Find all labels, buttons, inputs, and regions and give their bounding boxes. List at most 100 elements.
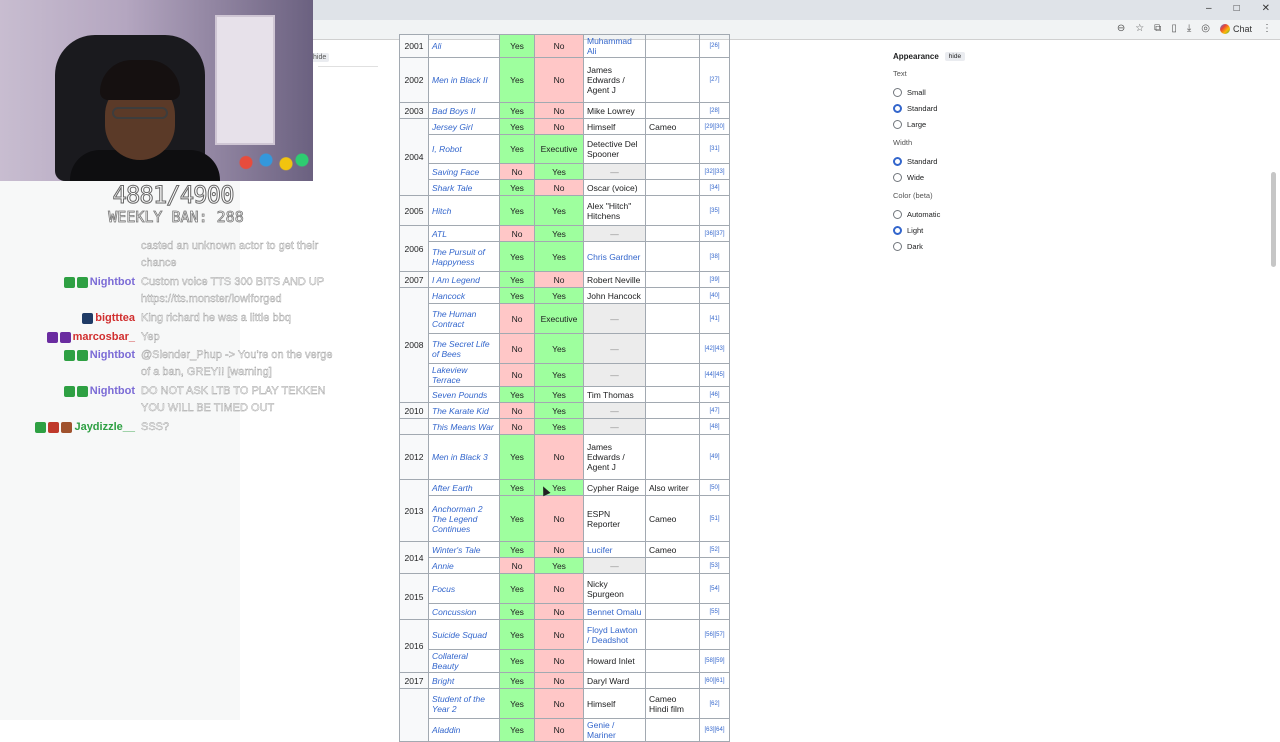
film-title-link[interactable]: Saving Face xyxy=(428,163,500,180)
reference-link[interactable]: [48] xyxy=(699,418,730,435)
minimize-button[interactable]: – xyxy=(1206,3,1212,14)
film-title-link[interactable]: Suicide Squad xyxy=(428,619,500,650)
chat-button[interactable]: Chat xyxy=(1219,23,1252,34)
reference-link[interactable]: [32][33] xyxy=(699,163,730,180)
radio-button[interactable] xyxy=(893,119,902,129)
width-option[interactable]: Wide xyxy=(893,169,1033,185)
chat-username[interactable]: bigtttea xyxy=(95,312,135,324)
extension-icon[interactable]: ⧉ xyxy=(1154,23,1161,34)
producer-cell: No xyxy=(534,102,584,119)
film-title-link[interactable]: Jersey Girl xyxy=(428,118,500,135)
film-title-link[interactable]: Seven Pounds xyxy=(428,386,500,403)
profile-icon[interactable]: ◎ xyxy=(1201,23,1210,34)
reference-link[interactable]: [54] xyxy=(699,573,730,604)
film-title-link[interactable]: I Am Legend xyxy=(428,271,500,288)
maximize-button[interactable]: □ xyxy=(1234,3,1240,14)
film-title-link[interactable]: Anchorman 2 The Legend Continues xyxy=(428,495,500,542)
reference-link[interactable]: [40] xyxy=(699,287,730,304)
page-scrollbar[interactable] xyxy=(1271,172,1276,267)
film-title-link[interactable]: Lakeview Terrace xyxy=(428,363,500,387)
film-title-link[interactable]: Men in Black 3 xyxy=(428,434,500,480)
radio-button[interactable] xyxy=(893,172,902,182)
menu-icon[interactable]: ⋮ xyxy=(1262,23,1272,34)
film-title-link[interactable]: The Pursuit of Happyness xyxy=(428,241,500,272)
reference-link[interactable]: [38] xyxy=(699,241,730,272)
film-title-link[interactable]: Hitch xyxy=(428,195,500,226)
reference-link[interactable]: [52] xyxy=(699,541,730,558)
radio-button[interactable] xyxy=(893,225,902,235)
film-title-link[interactable]: Concussion xyxy=(428,603,500,620)
reference-link[interactable]: [51] xyxy=(699,495,730,542)
reference-link[interactable]: [34] xyxy=(699,179,730,196)
reference-link[interactable]: [62] xyxy=(699,688,730,719)
film-title-link[interactable]: ATL xyxy=(428,225,500,242)
film-title-link[interactable]: This Means War xyxy=(428,418,500,435)
reference-link[interactable]: [46] xyxy=(699,386,730,403)
download-icon[interactable]: ⤓ xyxy=(1187,23,1191,34)
producer-cell: Yes xyxy=(534,363,584,387)
film-title-link[interactable]: Men in Black II xyxy=(428,57,500,103)
width-option[interactable]: Standard xyxy=(893,153,1033,169)
film-title-link[interactable]: Winter's Tale xyxy=(428,541,500,558)
radio-button[interactable] xyxy=(893,156,902,166)
close-button[interactable]: ✕ xyxy=(1262,3,1270,14)
reference-link[interactable]: [56][57] xyxy=(699,619,730,650)
notes-cell xyxy=(645,287,700,304)
film-title-link[interactable]: Aladdin xyxy=(428,718,500,742)
reference-link[interactable]: [29][30] xyxy=(699,118,730,135)
reference-link[interactable]: [28] xyxy=(699,102,730,119)
film-title-link[interactable]: I, Robot xyxy=(428,134,500,164)
color-option[interactable]: Dark xyxy=(893,238,1033,254)
film-title-link[interactable]: Annie xyxy=(428,557,500,574)
chat-username[interactable]: marcosbar_ xyxy=(73,331,135,343)
reference-link[interactable]: [41] xyxy=(699,303,730,334)
chat-username[interactable]: Nightbot xyxy=(90,349,135,361)
bookmark-star-icon[interactable]: ☆ xyxy=(1135,23,1144,34)
film-title-link[interactable]: Hancock xyxy=(428,287,500,304)
film-title-link[interactable]: After Earth xyxy=(428,479,500,496)
reference-link[interactable]: [26] xyxy=(699,34,730,58)
reference-link[interactable]: [31] xyxy=(699,134,730,164)
chat-username[interactable]: Jaydizzle__ xyxy=(74,421,135,433)
film-title-link[interactable]: Bad Boys II xyxy=(428,102,500,119)
reference-link[interactable]: [35] xyxy=(699,195,730,226)
appearance-hide-button[interactable]: hide xyxy=(944,52,966,61)
chat-text: https://tts.monster/lowlforged xyxy=(141,293,282,305)
film-title-link[interactable]: Focus xyxy=(428,573,500,604)
radio-button[interactable] xyxy=(893,103,902,113)
text-size-option[interactable]: Standard xyxy=(893,100,1033,116)
reference-link[interactable]: [36][37] xyxy=(699,225,730,242)
film-title-link[interactable]: The Karate Kid xyxy=(428,402,500,419)
radio-button[interactable] xyxy=(893,209,902,219)
reference-link[interactable]: [53] xyxy=(699,557,730,574)
film-title-link[interactable]: The Secret Life of Bees xyxy=(428,333,500,364)
film-title-link[interactable]: Ali xyxy=(428,34,500,58)
text-size-option[interactable]: Small xyxy=(893,84,1033,100)
reference-link[interactable]: [63][64] xyxy=(699,718,730,742)
reference-link[interactable]: [55] xyxy=(699,603,730,620)
film-title-link[interactable]: Bright xyxy=(428,672,500,689)
film-title-link[interactable]: Shark Tale xyxy=(428,179,500,196)
film-title-link[interactable]: Collateral Beauty xyxy=(428,649,500,673)
radio-button[interactable] xyxy=(893,241,902,251)
film-title-link[interactable]: The Human Contract xyxy=(428,303,500,334)
film-title-link[interactable]: Student of the Year 2 xyxy=(428,688,500,719)
chat-username[interactable]: Nightbot xyxy=(90,385,135,397)
text-size-option[interactable]: Large xyxy=(893,116,1033,132)
actor-cell: Yes xyxy=(499,603,535,620)
reference-link[interactable]: [50] xyxy=(699,479,730,496)
reference-link[interactable]: [58][59] xyxy=(699,649,730,673)
reference-link[interactable]: [44][45] xyxy=(699,363,730,387)
radio-button[interactable] xyxy=(893,87,902,97)
reference-link[interactable]: [49] xyxy=(699,434,730,480)
chat-username[interactable]: Nightbot xyxy=(90,276,135,288)
reference-link[interactable]: [27] xyxy=(699,57,730,103)
reference-link[interactable]: [60][61] xyxy=(699,672,730,689)
reference-link[interactable]: [39] xyxy=(699,271,730,288)
color-option[interactable]: Light xyxy=(893,222,1033,238)
sidebar-icon[interactable]: ▯ xyxy=(1171,23,1177,34)
reference-link[interactable]: [42][43] xyxy=(699,333,730,364)
color-option[interactable]: Automatic xyxy=(893,206,1033,222)
zoom-icon[interactable]: ⊖ xyxy=(1117,23,1125,34)
reference-link[interactable]: [47] xyxy=(699,402,730,419)
